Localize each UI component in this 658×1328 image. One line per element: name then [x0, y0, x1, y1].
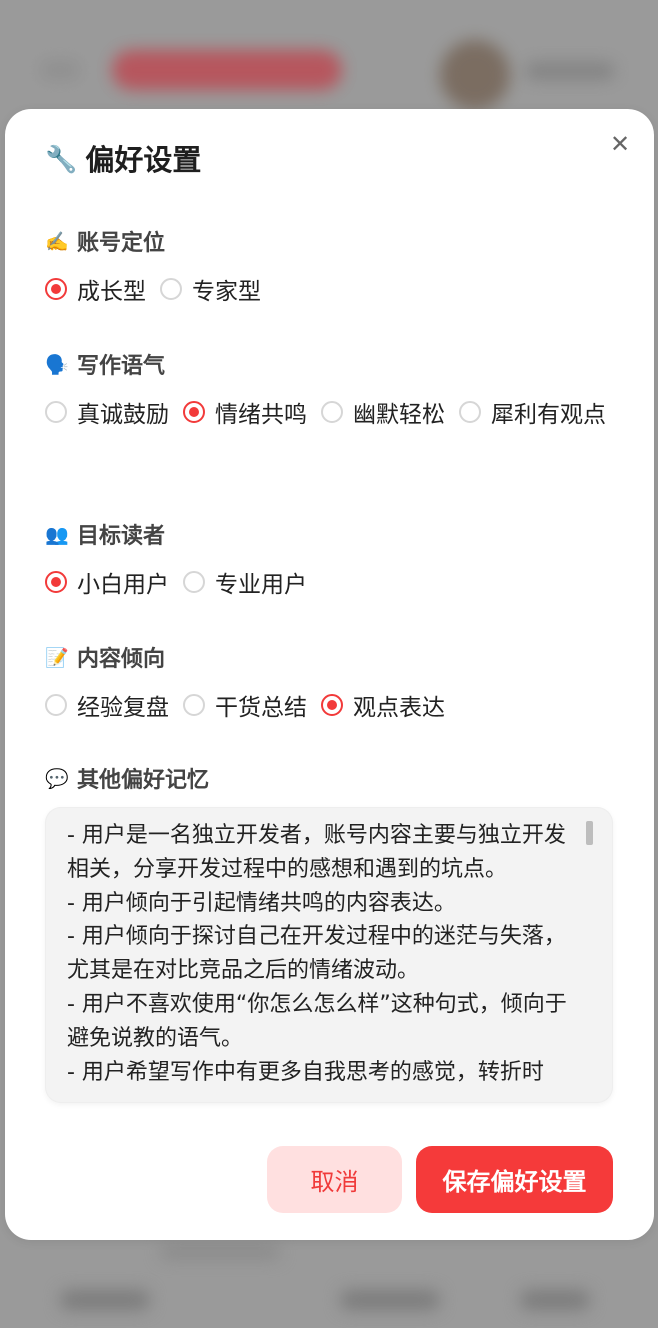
radio-button[interactable] — [321, 401, 343, 423]
preferences-modal: 🔧 偏好设置 ✕ ✍️ 账号定位 成长型 专家型 🗣️ 写作语气 真诚鼓励 情绪… — [5, 109, 654, 1240]
radio-button[interactable] — [45, 401, 67, 423]
background-blur-element — [520, 1290, 590, 1310]
radio-option-growth[interactable]: 成长型 — [45, 274, 146, 305]
radio-group: 经验复盘 干货总结 观点表达 — [45, 690, 625, 721]
radio-option-professional[interactable]: 专业用户 — [183, 567, 307, 598]
section-content-tendency: 📝 内容倾向 经验复盘 干货总结 观点表达 — [45, 642, 625, 721]
radio-label: 小白用户 — [77, 572, 169, 598]
background-blur-element — [160, 1245, 280, 1259]
people-icon: 👥 — [45, 523, 69, 546]
save-preferences-button[interactable]: 保存偏好设置 — [416, 1146, 613, 1213]
background-blur-element — [40, 60, 80, 80]
close-button[interactable]: ✕ — [605, 129, 635, 159]
radio-group: 小白用户 专业用户 — [45, 567, 625, 598]
section-target-readers: 👥 目标读者 小白用户 专业用户 — [45, 519, 625, 598]
radio-label: 幽默轻松 — [353, 402, 445, 428]
radio-option-beginner[interactable]: 小白用户 — [45, 567, 169, 598]
section-title: 账号定位 — [77, 231, 166, 256]
writing-hand-icon: ✍️ — [45, 230, 69, 253]
radio-label: 成长型 — [77, 279, 146, 305]
section-title: 内容倾向 — [77, 647, 166, 672]
section-heading: ✍️ 账号定位 — [45, 226, 625, 257]
section-heading: 📝 内容倾向 — [45, 642, 625, 673]
radio-label: 经验复盘 — [77, 695, 169, 721]
background-blur-element — [525, 62, 615, 80]
radio-group: 成长型 专家型 — [45, 274, 625, 305]
radio-button-checked[interactable] — [183, 401, 205, 423]
modal-title: 偏好设置 — [85, 143, 202, 177]
memory-textarea[interactable]: - 用户是一名独立开发者，账号内容主要与独立开发相关，分享开发过程中的感想和遇到… — [45, 807, 613, 1103]
section-title: 写作语气 — [77, 354, 166, 379]
radio-label: 情绪共鸣 — [215, 402, 307, 428]
wrench-icon: 🔧 — [45, 145, 78, 175]
close-icon: ✕ — [609, 130, 631, 158]
radio-option-review[interactable]: 经验复盘 — [45, 690, 169, 721]
section-writing-tone: 🗣️ 写作语气 真诚鼓励 情绪共鸣 幽默轻松 犀利有观点 — [45, 349, 625, 428]
radio-option-expert[interactable]: 专家型 — [160, 274, 261, 305]
radio-label: 专家型 — [192, 279, 261, 305]
background-avatar — [440, 40, 510, 110]
radio-label: 观点表达 — [353, 695, 445, 721]
cancel-button[interactable]: 取消 — [267, 1146, 402, 1213]
radio-label: 干货总结 — [215, 695, 307, 721]
radio-option-opinion[interactable]: 观点表达 — [321, 690, 445, 721]
radio-label: 专业用户 — [215, 572, 307, 598]
radio-button-checked[interactable] — [45, 278, 67, 300]
radio-button-checked[interactable] — [45, 571, 67, 593]
radio-option-sincere[interactable]: 真诚鼓励 — [45, 397, 169, 428]
radio-option-humorous[interactable]: 幽默轻松 — [321, 397, 445, 428]
radio-button[interactable] — [183, 571, 205, 593]
radio-option-emotional[interactable]: 情绪共鸣 — [183, 397, 307, 428]
radio-group: 真诚鼓励 情绪共鸣 幽默轻松 犀利有观点 — [45, 397, 625, 428]
radio-option-sharp[interactable]: 犀利有观点 — [459, 397, 606, 428]
memory-text: - 用户是一名独立开发者，账号内容主要与独立开发相关，分享开发过程中的感想和遇到… — [67, 823, 567, 1085]
modal-header: 🔧 偏好设置 — [45, 143, 201, 177]
section-other-memory: 💬 其他偏好记忆 - 用户是一名独立开发者，账号内容主要与独立开发相关，分享开发… — [45, 763, 625, 1103]
radio-button-checked[interactable] — [321, 694, 343, 716]
section-title: 其他偏好记忆 — [77, 768, 210, 793]
scrollbar-thumb[interactable] — [586, 821, 593, 845]
section-heading: 🗣️ 写作语气 — [45, 349, 625, 380]
speech-bubble-icon: 💬 — [45, 767, 69, 790]
radio-button[interactable] — [45, 694, 67, 716]
radio-option-summary[interactable]: 干货总结 — [183, 690, 307, 721]
speaking-head-icon: 🗣️ — [45, 353, 69, 376]
memo-icon: 📝 — [45, 646, 69, 669]
radio-button[interactable] — [459, 401, 481, 423]
section-heading: 👥 目标读者 — [45, 519, 625, 550]
radio-label: 真诚鼓励 — [77, 402, 169, 428]
background-blur-element — [60, 1290, 150, 1310]
radio-label: 犀利有观点 — [491, 402, 606, 428]
section-title: 目标读者 — [77, 524, 166, 549]
section-account-positioning: ✍️ 账号定位 成长型 专家型 — [45, 226, 625, 305]
background-blur-element — [112, 50, 342, 90]
radio-button[interactable] — [160, 278, 182, 300]
radio-button[interactable] — [183, 694, 205, 716]
section-heading: 💬 其他偏好记忆 — [45, 763, 625, 794]
background-blur-element — [340, 1290, 440, 1310]
